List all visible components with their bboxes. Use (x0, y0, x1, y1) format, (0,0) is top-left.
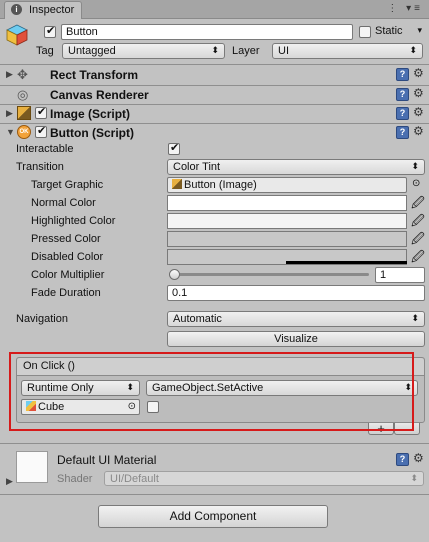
gear-icon[interactable]: ⚙ (413, 105, 424, 119)
shader-value: UI/Default (110, 473, 159, 485)
image-component-icon (17, 106, 31, 120)
navigation-dropdown[interactable]: Automatic ⬍ (167, 311, 425, 327)
button-script-header[interactable]: ▼ OK Button (Script) ? ⚙ (0, 124, 429, 143)
info-icon: i (11, 4, 22, 15)
layer-label: Layer (232, 45, 260, 57)
help-icon[interactable]: ? (396, 88, 409, 101)
image-script-header[interactable]: ▶ Image (Script) ? ⚙ (0, 105, 429, 124)
highlighted-color-label: Highlighted Color (31, 215, 116, 227)
tag-label: Tag (36, 45, 54, 57)
help-icon[interactable]: ? (396, 68, 409, 81)
object-picker-icon[interactable]: ⊙ (412, 178, 420, 189)
shader-label: Shader (57, 473, 93, 485)
target-graphic-field[interactable]: Button (Image) (167, 177, 407, 193)
name-field[interactable]: Button (61, 24, 353, 40)
help-icon[interactable]: ? (396, 453, 409, 466)
gear-icon[interactable]: ⚙ (413, 451, 424, 465)
tab-inspector[interactable]: i Inspector (4, 1, 82, 19)
button-component-icon: OK (17, 125, 31, 139)
shader-dropdown: UI/Default ⬍ (104, 471, 424, 486)
chevron-down-icon: ⬍ (411, 313, 419, 323)
foldout-arrow-icon[interactable]: ▶ (6, 476, 13, 487)
image-enabled-toggle[interactable] (35, 105, 47, 119)
color-multiplier-label: Color Multiplier (31, 269, 105, 281)
pressed-color-label: Pressed Color (31, 233, 101, 245)
target-graphic-label: Target Graphic (31, 179, 104, 191)
alpha-bar (286, 261, 407, 264)
highlight-outline (9, 352, 414, 431)
add-component-button[interactable]: Add Component (98, 505, 328, 528)
chevron-down-icon: ⬍ (410, 473, 418, 483)
foldout-arrow-icon[interactable]: ▶ (6, 69, 13, 80)
foldout-arrow-icon[interactable]: ▶ (6, 108, 13, 119)
layer-value: UI (278, 45, 289, 57)
canvas-renderer-icon: ◎ (17, 87, 29, 102)
image-component-icon (172, 179, 182, 189)
static-toggle[interactable] (359, 26, 371, 38)
gear-icon[interactable]: ⚙ (413, 86, 424, 100)
tag-value: Untagged (68, 45, 116, 57)
slider-track (169, 273, 369, 276)
fade-duration-input[interactable]: 0.1 (167, 285, 425, 301)
component-title: Canvas Renderer (50, 88, 149, 102)
tag-dropdown[interactable]: Untagged ⬍ (62, 43, 225, 59)
active-toggle[interactable] (44, 24, 56, 38)
help-icon[interactable]: ? (396, 126, 409, 139)
navigation-label: Navigation (16, 313, 68, 325)
component-title: Button (Script) (50, 126, 134, 140)
tab-menu-icon[interactable]: ⋮ ▾≡ (387, 3, 423, 14)
slider-knob[interactable] (169, 269, 180, 280)
tab-bar: i Inspector ⋮ ▾≡ (0, 0, 429, 19)
transition-label: Transition (16, 161, 64, 173)
color-multiplier-input[interactable]: 1 (375, 267, 425, 283)
component-title: Rect Transform (50, 68, 139, 82)
rect-transform-icon: ✥ (17, 67, 28, 82)
target-graphic-value: Button (Image) (184, 179, 257, 191)
divider (0, 443, 429, 444)
gear-icon[interactable]: ⚙ (413, 124, 424, 138)
static-label: Static (375, 25, 403, 37)
chevron-down-icon: ⬍ (411, 161, 419, 171)
divider (0, 64, 429, 65)
material-title: Default UI Material (57, 453, 157, 467)
chevron-down-icon: ⬍ (211, 45, 219, 55)
chevron-down-icon: ⬍ (409, 45, 417, 55)
divider (0, 494, 429, 495)
button-enabled-toggle[interactable] (35, 124, 47, 138)
interactable-label: Interactable (16, 143, 74, 155)
disabled-color-field[interactable] (167, 249, 407, 265)
transition-value: Color Tint (173, 161, 221, 173)
normal-color-field[interactable] (167, 195, 407, 211)
component-title: Image (Script) (50, 107, 131, 121)
normal-color-label: Normal Color (31, 197, 96, 209)
layer-dropdown[interactable]: UI ⬍ (272, 43, 423, 59)
visualize-button[interactable]: Visualize (167, 331, 425, 347)
pressed-color-field[interactable] (167, 231, 407, 247)
gear-icon[interactable]: ⚙ (413, 66, 424, 80)
interactable-toggle[interactable] (168, 141, 180, 155)
material-preview (16, 451, 48, 483)
gameobject-cube-icon (6, 24, 28, 46)
fade-duration-label: Fade Duration (31, 287, 101, 299)
color-multiplier-slider[interactable] (169, 268, 369, 282)
rect-transform-header[interactable]: ▶ ✥ Rect Transform ? ⚙ (0, 66, 429, 85)
static-dropdown-arrow[interactable]: ▾ (410, 24, 424, 40)
highlighted-color-field[interactable] (167, 213, 407, 229)
disabled-color-label: Disabled Color (31, 251, 104, 263)
tab-label: Inspector (29, 4, 75, 16)
foldout-expanded-icon[interactable]: ▼ (6, 127, 15, 137)
chevron-down-icon: ▾ (417, 25, 422, 35)
transition-dropdown[interactable]: Color Tint ⬍ (167, 159, 425, 175)
canvas-renderer-header[interactable]: ◎ Canvas Renderer ? ⚙ (0, 86, 429, 105)
help-icon[interactable]: ? (396, 107, 409, 120)
navigation-value: Automatic (173, 313, 222, 325)
